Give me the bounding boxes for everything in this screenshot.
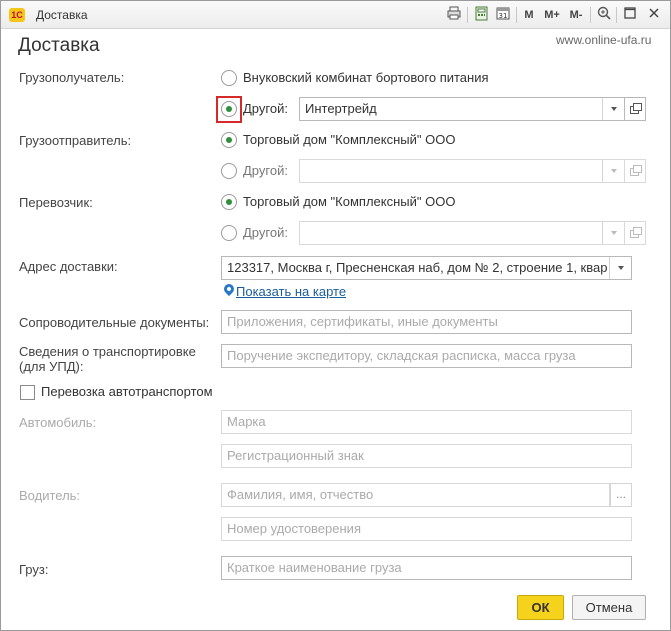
- memory-plus-button[interactable]: M+: [541, 6, 563, 24]
- show-on-map-link[interactable]: Показать на карте: [236, 284, 346, 299]
- documents-placeholder: Приложения, сертификаты, иные документы: [227, 314, 498, 329]
- memory-m-button[interactable]: M: [521, 6, 537, 24]
- consignee-option1-label[interactable]: Внуковский комбинат бортового питания: [243, 70, 489, 85]
- address-field[interactable]: 123317, Москва г, Пресненская наб, дом №…: [221, 256, 632, 280]
- cargo-input[interactable]: Краткое наименование груза: [221, 556, 632, 580]
- transport-info-input[interactable]: Поручение экспедитору, складская расписк…: [221, 344, 632, 368]
- carrier-other-field[interactable]: [299, 221, 625, 245]
- shipper-option1-radio[interactable]: [221, 132, 237, 148]
- carrier-other-label[interactable]: Другой:: [243, 225, 288, 240]
- consignee-other-value: Интертрейд: [305, 101, 377, 116]
- window-title: Доставка: [36, 8, 88, 22]
- ok-button[interactable]: ОК: [517, 595, 564, 620]
- memory-minus-button[interactable]: M-: [565, 6, 587, 24]
- auto-transport-checkbox[interactable]: [20, 385, 35, 400]
- print-icon[interactable]: [445, 6, 463, 24]
- carrier-other-radio[interactable]: [221, 225, 237, 241]
- documents-input[interactable]: Приложения, сертификаты, иные документы: [221, 310, 632, 334]
- shipper-other-field[interactable]: [299, 159, 625, 183]
- driver-name-input[interactable]: Фамилия, имя, отчество: [221, 483, 610, 507]
- shipper-option1-label[interactable]: Торговый дом "Комплексный" ООО: [243, 132, 455, 147]
- carrier-dropdown-button[interactable]: [602, 222, 624, 244]
- consignee-option1-radio[interactable]: [221, 70, 237, 86]
- driver-label: Водитель:: [19, 488, 81, 503]
- auto-transport-label[interactable]: Перевозка автотранспортом: [41, 384, 213, 399]
- vehicle-label: Автомобиль:: [19, 415, 97, 430]
- calculator-icon[interactable]: [472, 6, 490, 24]
- cargo-label: Груз:: [19, 562, 49, 577]
- driver-license-placeholder: Номер удостоверения: [227, 521, 361, 536]
- consignee-other-radio[interactable]: [221, 101, 237, 117]
- transport-info-label-line2: (для УПД):: [19, 359, 84, 374]
- svg-text:31: 31: [499, 12, 508, 20]
- consignee-open-button[interactable]: [624, 97, 646, 121]
- carrier-open-button[interactable]: [624, 221, 646, 245]
- maximize-icon[interactable]: [621, 6, 639, 24]
- carrier-option1-radio[interactable]: [221, 194, 237, 210]
- shipper-open-button[interactable]: [624, 159, 646, 183]
- carrier-label: Перевозчик:: [19, 195, 93, 210]
- title-bar: 1С Доставка 31 M M+ M-: [1, 1, 670, 29]
- carrier-option1-label[interactable]: Торговый дом "Комплексный" ООО: [243, 194, 455, 209]
- toolbar-separator: [590, 7, 591, 23]
- vehicle-brand-input[interactable]: Марка: [221, 410, 632, 434]
- consignee-label: Грузополучатель:: [19, 70, 125, 85]
- toolbar-separator: [516, 7, 517, 23]
- consignee-dropdown-button[interactable]: [602, 98, 624, 120]
- shipper-label: Грузоотправитель:: [19, 133, 132, 148]
- consignee-other-field[interactable]: Интертрейд: [299, 97, 625, 121]
- toolbar-separator: [467, 7, 468, 23]
- delivery-window: 1С Доставка 31 M M+ M- Доставка www.onli…: [0, 0, 671, 631]
- shipper-dropdown-button[interactable]: [602, 160, 624, 182]
- consignee-other-label[interactable]: Другой:: [243, 101, 288, 116]
- vehicle-reg-placeholder: Регистрационный знак: [227, 448, 364, 463]
- watermark: www.online-ufa.ru: [556, 33, 652, 47]
- zoom-icon[interactable]: [595, 6, 613, 24]
- toolbar-separator: [616, 7, 617, 23]
- driver-license-input[interactable]: Номер удостоверения: [221, 517, 632, 541]
- documents-label: Сопроводительные документы:: [19, 315, 210, 330]
- vehicle-reg-input[interactable]: Регистрационный знак: [221, 444, 632, 468]
- transport-info-label: Сведения о транспортировке: [19, 344, 196, 359]
- address-label: Адрес доставки:: [19, 259, 118, 274]
- driver-name-placeholder: Фамилия, имя, отчество: [227, 487, 374, 502]
- shipper-other-radio[interactable]: [221, 163, 237, 179]
- calendar-icon[interactable]: 31: [494, 6, 512, 24]
- address-dropdown-button[interactable]: [609, 257, 631, 279]
- 1c-logo-icon: 1С: [9, 8, 25, 22]
- cancel-button[interactable]: Отмена: [572, 595, 646, 620]
- transport-info-placeholder: Поручение экспедитору, складская расписк…: [227, 348, 576, 363]
- cargo-placeholder: Краткое наименование груза: [227, 560, 402, 575]
- form-title: Доставка: [18, 35, 100, 56]
- close-icon[interactable]: [645, 6, 663, 24]
- shipper-other-label[interactable]: Другой:: [243, 163, 288, 178]
- address-value: 123317, Москва г, Пресненская наб, дом №…: [227, 260, 607, 275]
- driver-select-button[interactable]: ...: [610, 483, 632, 507]
- vehicle-brand-placeholder: Марка: [227, 414, 266, 429]
- map-pin-icon: [221, 281, 237, 297]
